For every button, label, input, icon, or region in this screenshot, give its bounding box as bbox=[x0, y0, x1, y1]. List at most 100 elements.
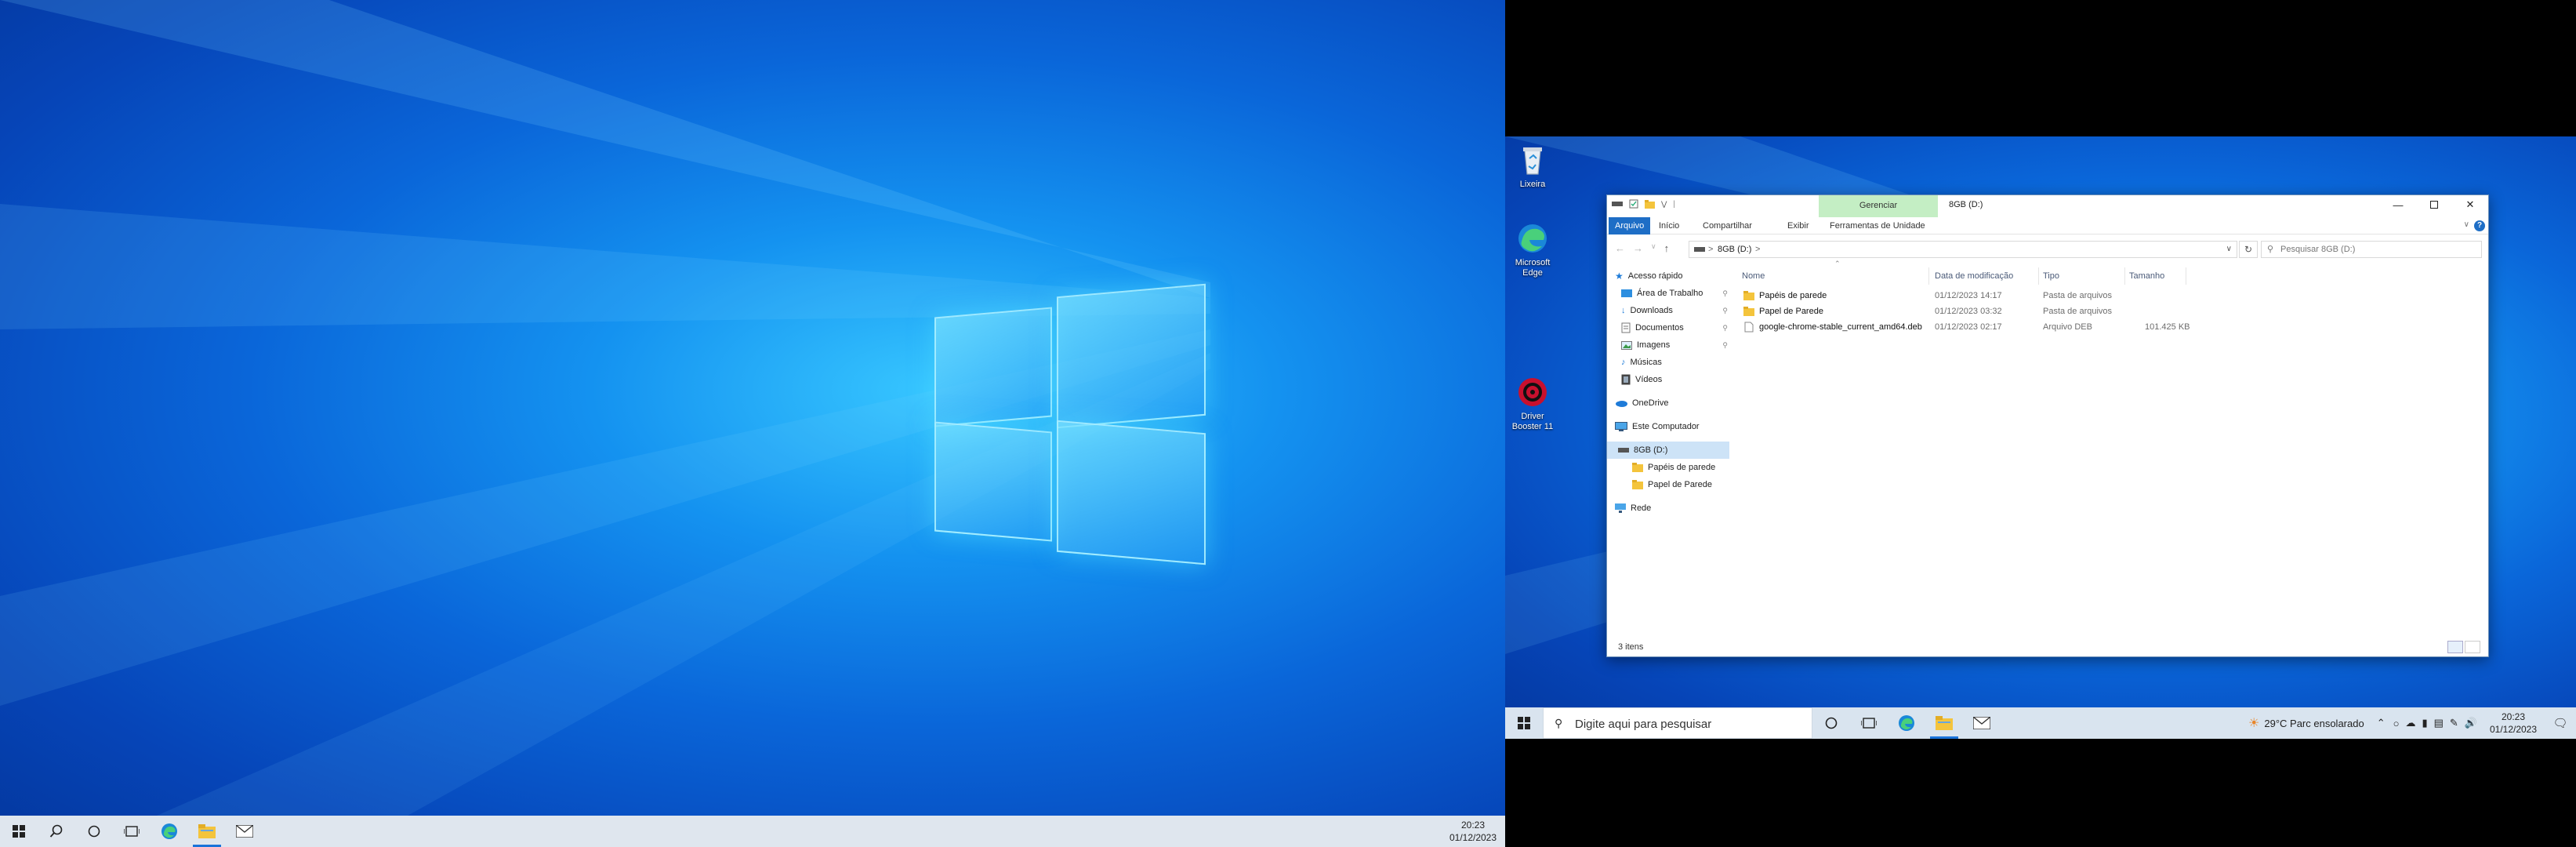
windows-start-icon[interactable] bbox=[1505, 707, 1543, 739]
desktop-icon-driver-booster[interactable]: Driver Booster 11 bbox=[1505, 375, 1560, 432]
weather-text[interactable]: 29°C Parc ensolarado bbox=[2264, 718, 2364, 729]
tab-arquivo[interactable]: Arquivo bbox=[1609, 217, 1651, 234]
nav-item-videos[interactable]: Vídeos bbox=[1621, 371, 1729, 388]
desktop-icon-edge[interactable]: Microsoft Edge bbox=[1505, 221, 1560, 278]
task-view-icon[interactable] bbox=[1850, 707, 1888, 739]
taskbar-clock[interactable]: 20:23 01/12/2023 bbox=[1446, 819, 1500, 844]
file-explorer-icon[interactable] bbox=[188, 816, 226, 847]
refresh-button[interactable]: ↻ bbox=[2239, 241, 2258, 258]
desktop-icon-label: Microsoft Edge bbox=[1515, 258, 1551, 278]
pin-icon[interactable]: ⚲ bbox=[1722, 319, 1728, 336]
network-icon bbox=[1615, 503, 1626, 513]
address-dropdown-icon[interactable]: ∨ bbox=[2226, 242, 2232, 257]
nav-item-network[interactable]: Rede bbox=[1615, 500, 1737, 517]
file-name: Papel de Parede bbox=[1759, 307, 1823, 316]
close-button[interactable]: ✕ bbox=[2452, 195, 2488, 214]
tab-gerenciar[interactable]: Gerenciar bbox=[1819, 195, 1938, 217]
star-icon: ★ bbox=[1615, 271, 1624, 282]
pin-icon[interactable]: ⚲ bbox=[1722, 302, 1728, 319]
weather-icon[interactable]: ☀ bbox=[2248, 715, 2259, 731]
file-row[interactable]: Papel de Parede 01/12/2023 03:32 Pasta d… bbox=[1742, 304, 2212, 319]
windows-start-icon[interactable] bbox=[0, 816, 38, 847]
column-separator[interactable] bbox=[1928, 267, 1929, 285]
mail-icon[interactable] bbox=[1963, 707, 2001, 739]
column-separator[interactable] bbox=[2124, 267, 2125, 285]
column-separator[interactable] bbox=[2038, 267, 2039, 285]
nav-item-onedrive[interactable]: OneDrive bbox=[1615, 394, 1737, 412]
desktop-icon-label: Driver Booster 11 bbox=[1511, 412, 1554, 431]
volume-icon[interactable]: 🔊 bbox=[2465, 717, 2477, 729]
column-header-date[interactable]: Data de modificação bbox=[1935, 267, 2013, 285]
nav-item-drive-d[interactable]: 8GB (D:) bbox=[1607, 442, 1729, 459]
file-size: 101.425 KB bbox=[2145, 322, 2190, 332]
column-header-type[interactable]: Tipo bbox=[2043, 267, 2059, 285]
address-bar[interactable]: > 8GB (D:) > ∨ bbox=[1689, 241, 2237, 258]
back-arrow-icon[interactable]: ← bbox=[1615, 242, 1625, 254]
details-view-button[interactable] bbox=[2447, 641, 2463, 653]
nav-item-this-pc[interactable]: Este Computador bbox=[1615, 418, 1737, 435]
task-view-icon[interactable] bbox=[113, 816, 151, 847]
search-icon[interactable] bbox=[38, 816, 75, 847]
file-type: Pasta de arquivos bbox=[2043, 291, 2113, 300]
security-icon[interactable]: ○ bbox=[2393, 718, 2400, 729]
tab-exibir[interactable]: Exibir bbox=[1781, 217, 1816, 234]
search-input[interactable]: ⚲ Pesquisar 8GB (D:) bbox=[2261, 241, 2482, 258]
nav-label: 8GB (D:) bbox=[1634, 445, 1668, 455]
title-bar: ⋁ | Gerenciar 8GB (D:) — ✕ bbox=[1607, 195, 2488, 217]
nav-item-music[interactable]: ♪ Músicas bbox=[1621, 354, 1729, 371]
up-arrow-icon[interactable]: ↑ bbox=[1664, 242, 1670, 254]
onedrive-tray-icon[interactable]: ☁ bbox=[2405, 717, 2415, 729]
battery-icon[interactable]: ▮ bbox=[2422, 717, 2427, 729]
left-desktop: 20:23 01/12/2023 bbox=[0, 0, 1505, 847]
column-header-size[interactable]: Tamanho bbox=[2129, 267, 2164, 285]
view-toggle bbox=[2447, 641, 2480, 653]
recent-locations-icon[interactable]: ∨ bbox=[1651, 242, 1656, 254]
file-explorer-window: ⋁ | Gerenciar 8GB (D:) — ✕ Arquivo Iníci… bbox=[1606, 194, 2489, 657]
nav-item-downloads[interactable]: ↓ Downloads ⚲ bbox=[1621, 302, 1729, 319]
tab-ferramentas-de-unidade[interactable]: Ferramentas de Unidade bbox=[1823, 217, 1932, 234]
edge-icon[interactable] bbox=[151, 816, 188, 847]
large-icons-view-button[interactable] bbox=[2465, 641, 2480, 653]
cortana-icon[interactable] bbox=[1812, 707, 1850, 739]
desktop-icon-recycle-bin[interactable]: Lixeira bbox=[1505, 143, 1560, 190]
cortana-icon[interactable] bbox=[75, 816, 113, 847]
file-date: 01/12/2023 03:32 bbox=[1935, 307, 2002, 316]
forward-arrow-icon[interactable]: → bbox=[1633, 242, 1643, 254]
nav-item-desktop[interactable]: Área de Trabalho ⚲ bbox=[1621, 285, 1729, 302]
breadcrumb-drive[interactable]: 8GB (D:) bbox=[1718, 242, 1751, 257]
tab-inicio[interactable]: Início bbox=[1653, 217, 1685, 234]
tab-compartilhar[interactable]: Compartilhar bbox=[1696, 217, 1758, 234]
nav-item-papel-de-parede[interactable]: Papel de Parede bbox=[1632, 476, 1729, 493]
mail-icon[interactable] bbox=[226, 816, 263, 847]
nav-item-quick-access[interactable]: ★ Acesso rápido bbox=[1615, 267, 1737, 285]
navigation-pane: ★ Acesso rápido Área de Trabalho ⚲ ↓ Dow… bbox=[1607, 267, 1729, 628]
taskbar-clock[interactable]: 20:23 01/12/2023 bbox=[2482, 711, 2545, 736]
new-folder-icon[interactable] bbox=[1645, 199, 1655, 209]
nav-label: Documentos bbox=[1635, 323, 1684, 333]
minimize-button[interactable]: — bbox=[2380, 195, 2416, 214]
taskbar-search-input[interactable]: ⚲ Digite aqui para pesquisar bbox=[1543, 707, 1812, 739]
pin-icon[interactable]: ⚲ bbox=[1722, 285, 1728, 302]
nav-item-papeis-de-parede[interactable]: Papéis de parede bbox=[1632, 459, 1729, 476]
file-row[interactable]: Papéis de parede 01/12/2023 14:17 Pasta … bbox=[1742, 288, 2212, 304]
nav-item-documents[interactable]: Documentos ⚲ bbox=[1621, 319, 1729, 336]
chevron-up-icon[interactable]: ⌃ bbox=[2377, 717, 2386, 729]
pictures-icon bbox=[1621, 340, 1632, 350]
maximize-button[interactable] bbox=[2416, 195, 2452, 214]
nav-item-images[interactable]: Imagens ⚲ bbox=[1621, 336, 1729, 354]
pin-icon[interactable]: ⚲ bbox=[1722, 336, 1728, 354]
chevron-down-icon[interactable]: ⋁ bbox=[1661, 200, 1667, 209]
column-header-name[interactable]: Nome bbox=[1742, 267, 1765, 285]
expand-ribbon-icon[interactable]: ∨ bbox=[2464, 220, 2469, 229]
edge-icon[interactable] bbox=[1888, 707, 1925, 739]
network-tray-icon[interactable]: ▤ bbox=[2434, 717, 2444, 729]
file-type: Arquivo DEB bbox=[2043, 322, 2092, 332]
search-icon: ⚲ bbox=[2267, 245, 2274, 254]
file-explorer-icon[interactable] bbox=[1925, 707, 1963, 739]
pen-icon[interactable]: ✎ bbox=[2450, 717, 2458, 729]
notification-icon[interactable]: 🗨 bbox=[2545, 716, 2576, 730]
help-icon[interactable]: ? bbox=[2474, 220, 2485, 231]
file-row[interactable]: google-chrome-stable_current_amd64.deb 0… bbox=[1742, 319, 2212, 335]
properties-icon[interactable] bbox=[1629, 199, 1638, 209]
folder-icon bbox=[1632, 480, 1643, 489]
